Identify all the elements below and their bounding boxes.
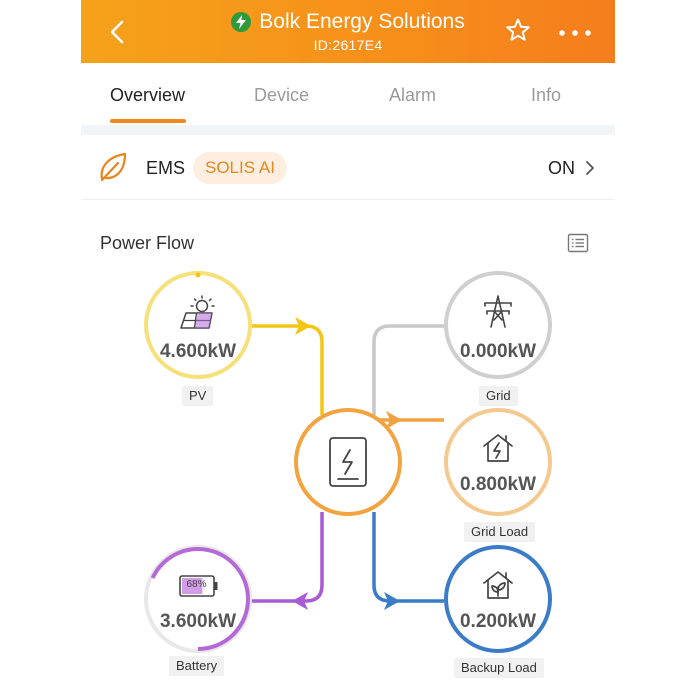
solar-panel-icon: [180, 295, 215, 329]
battery-node[interactable]: 68% 3.600kW: [144, 545, 252, 653]
backup-load-node[interactable]: 0.200kW: [444, 545, 552, 653]
battery-soc-ring: [146, 547, 250, 651]
pv-flow-line: [251, 324, 324, 415]
battery-label: Battery: [169, 656, 225, 676]
grid-label: Grid: [479, 386, 518, 406]
backup-flow-line: [372, 512, 444, 603]
grid-node[interactable]: 0.000kW: [444, 271, 552, 379]
backup-load-label: Backup Load: [454, 658, 544, 678]
transmission-tower-icon: [484, 295, 512, 328]
backup-load-power-value: 0.200kW: [459, 611, 537, 632]
battery-icon: 68%: [179, 575, 219, 597]
pv-node[interactable]: 4.600kW: [144, 271, 252, 379]
grid-flow-line: [372, 324, 444, 415]
home-eco-icon: [483, 571, 513, 599]
battery-soc-arc: [146, 547, 250, 651]
home-power-icon: [483, 434, 513, 462]
plant-overview-screen: Bolk Energy Solutions ID:2617E4 Overview…: [81, 0, 615, 696]
grid-load-power-value: 0.800kW: [459, 474, 537, 495]
battery-power-value: 3.600kW: [159, 611, 237, 632]
inverter-icon: [329, 437, 367, 487]
inverter-node[interactable]: [294, 408, 402, 516]
pv-power-value: 4.600kW: [159, 341, 237, 362]
battery-soc-text: 68%: [186, 579, 207, 590]
pv-indicator-dot: [195, 272, 201, 278]
grid-power-value: 0.000kW: [459, 341, 537, 362]
battery-flow-line: [251, 512, 324, 603]
grid-load-node[interactable]: 0.800kW: [444, 408, 552, 516]
grid-load-label: Grid Load: [464, 522, 536, 542]
pv-label: PV: [182, 386, 214, 406]
